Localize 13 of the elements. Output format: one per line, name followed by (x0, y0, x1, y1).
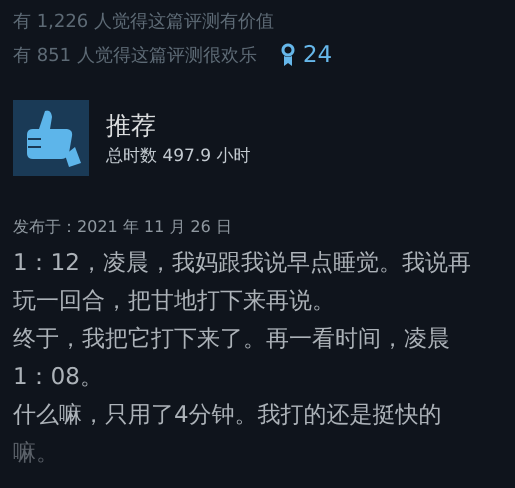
posted-date: 发布于：2021 年 11 月 26 日 (13, 216, 233, 238)
award-icon (280, 43, 295, 67)
review-verdict: 推荐 (106, 110, 157, 142)
helpful-count-text: 有 1,226 人觉得这篇评测有价值 (13, 10, 274, 33)
review-text-line: 终于，我把它打下来了。再一看时间，凌晨 (13, 325, 451, 354)
review-text-line: 1：08。 (13, 363, 104, 392)
review-text-line: 玩一回合，把甘地打下来再说。 (13, 287, 336, 316)
award-count[interactable]: 24 (302, 42, 332, 68)
review-text-line: 嘛。 (13, 439, 60, 468)
playtime-text: 总时数 497.9 小时 (106, 145, 250, 168)
funny-count-text: 有 851 人觉得这篇评测很欢乐 (13, 44, 257, 67)
review-text-line: 什么嘛，只用了4分钟。我打的还是挺快的 (13, 401, 443, 430)
review-text-line: 1：12，凌晨，我妈跟我说早点睡觉。我说再 (13, 249, 472, 278)
